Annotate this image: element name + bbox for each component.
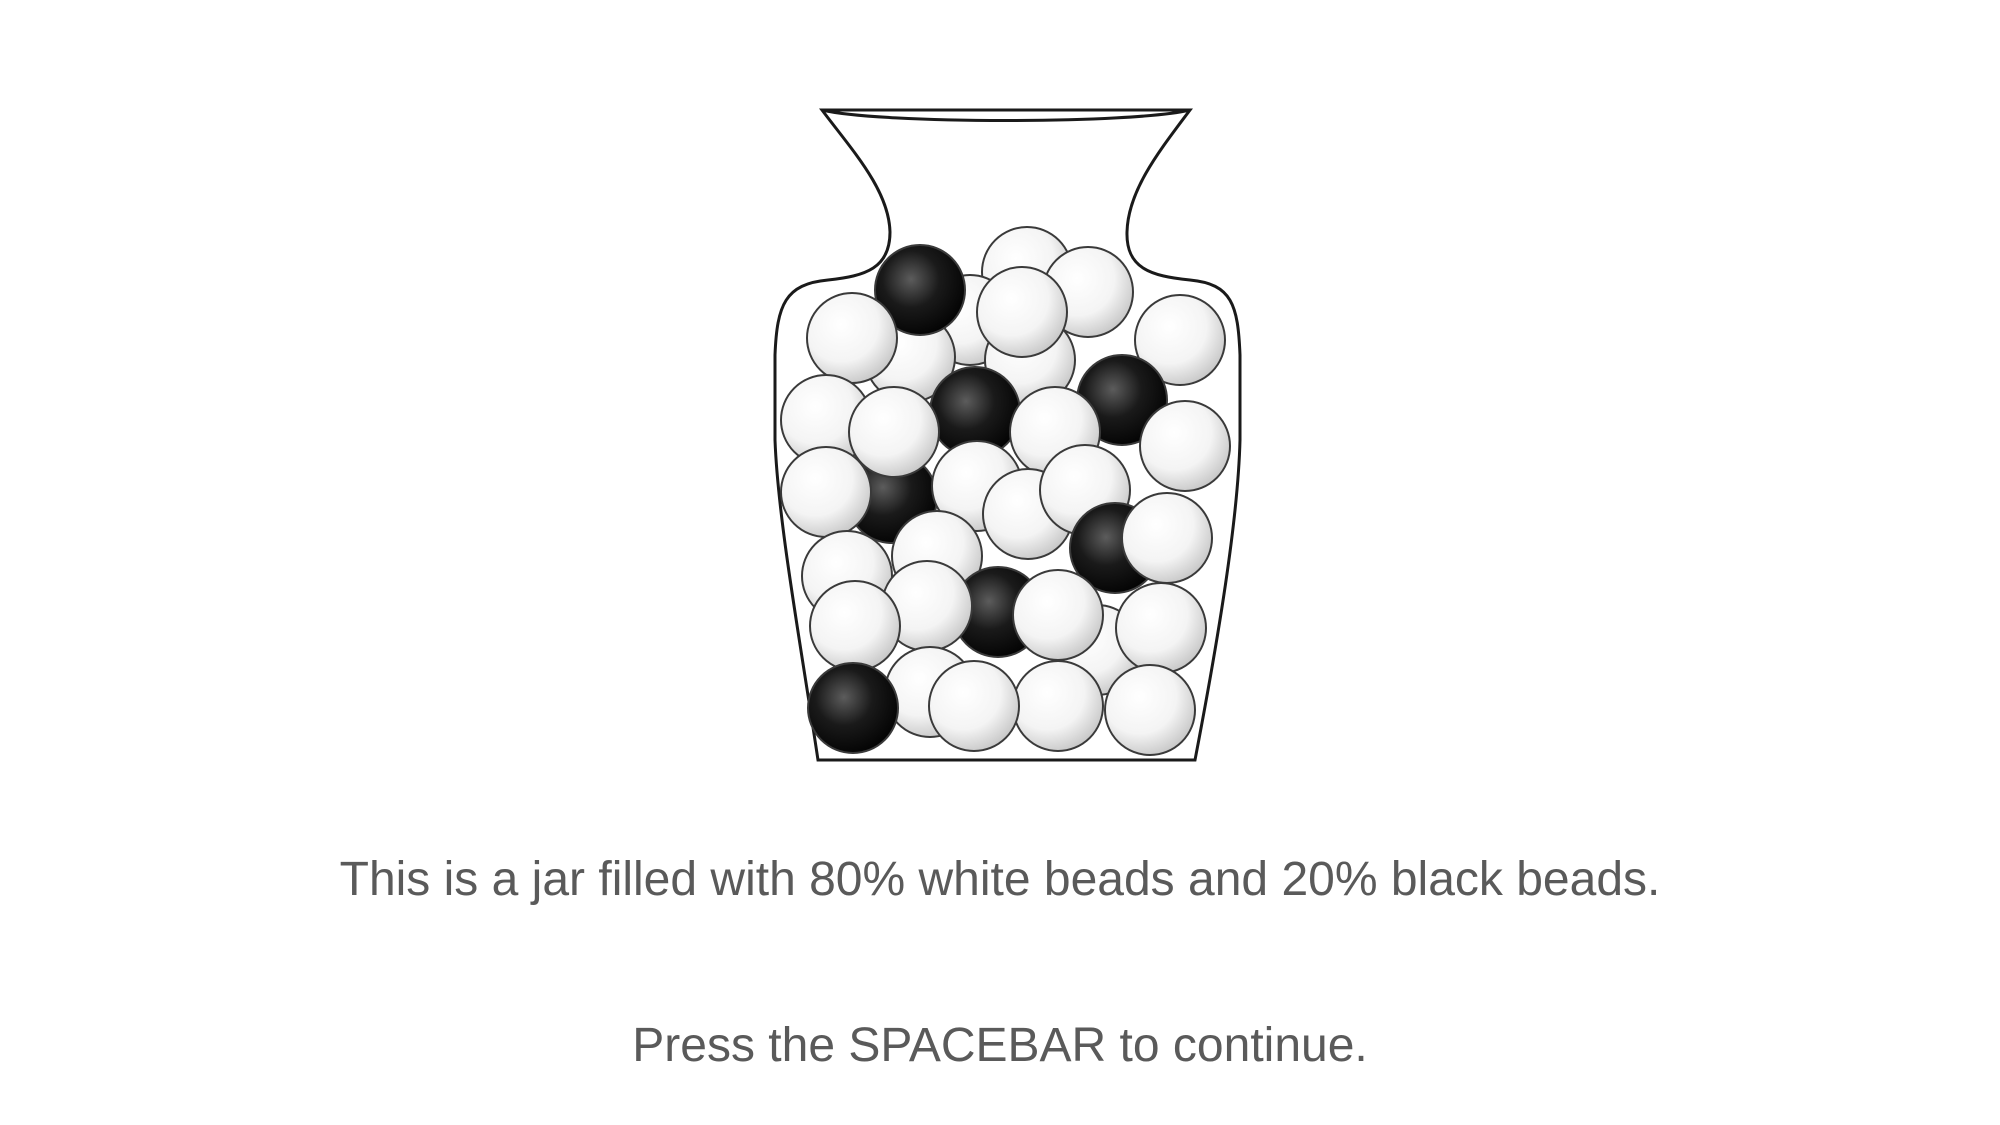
black-bead [807, 662, 899, 754]
white-bead [806, 292, 898, 384]
white-bead [1139, 400, 1231, 492]
white-bead [1012, 660, 1104, 752]
white-bead [780, 446, 872, 538]
stimulus-description: This is a jar filled with 80% white bead… [339, 853, 1661, 906]
white-bead [1104, 664, 1196, 756]
white-bead [928, 660, 1020, 752]
bead-pile [780, 226, 1231, 756]
white-bead [1115, 582, 1207, 674]
white-bead [976, 266, 1068, 358]
white-bead [1121, 492, 1213, 584]
continue-prompt: Press the SPACEBAR to continue. [632, 1019, 1368, 1072]
jar-rim [821, 108, 1191, 122]
white-bead [809, 580, 901, 672]
white-bead [1012, 569, 1104, 661]
white-bead [848, 386, 940, 478]
bead-jar-illustration [773, 108, 1242, 762]
experiment-screen: This is a jar filled with 80% white bead… [0, 0, 2000, 1125]
